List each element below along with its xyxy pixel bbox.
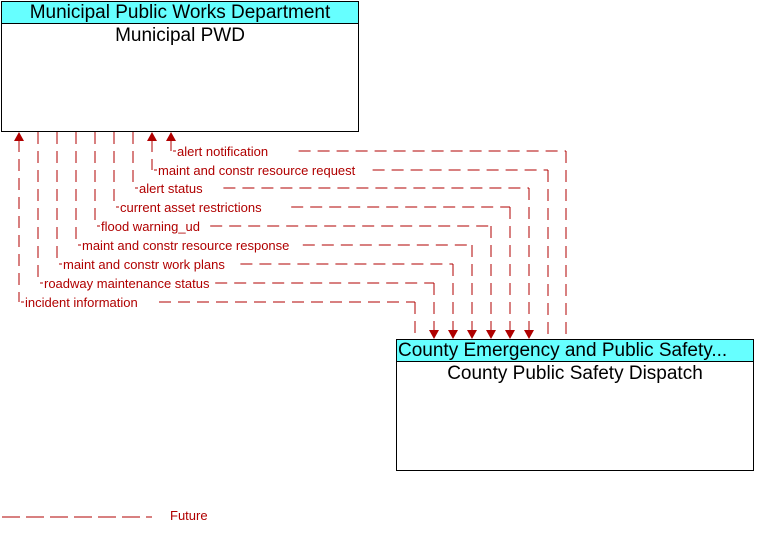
flow-label: maint and constr resource request [158, 163, 356, 178]
arrow-down-icon [524, 330, 534, 339]
arrow-down-icon [486, 330, 496, 339]
flow-label: maint and constr resource response [82, 238, 289, 253]
arrow-up-icon [14, 132, 24, 141]
flow-diagram: alert notification maint and constr resou… [2, 132, 567, 518]
arrow-down-icon [505, 330, 515, 339]
flow-label: current asset restrictions [120, 200, 262, 215]
flow-maint-and-constr-resource-request[interactable]: maint and constr resource request [147, 132, 549, 339]
flow-label: alert status [139, 181, 203, 196]
flow-label: maint and constr work plans [63, 257, 225, 272]
flow-label: flood warning_ud [101, 219, 200, 234]
flow-label: roadway maintenance status [44, 276, 210, 291]
arrow-up-icon [166, 132, 176, 141]
legend-label: Future [170, 508, 208, 523]
arrow-down-icon [429, 330, 439, 339]
arrow-down-icon [467, 330, 477, 339]
arrow-up-icon [147, 132, 157, 141]
flow-label: alert notification [177, 144, 268, 159]
arrow-down-icon [448, 330, 458, 339]
flow-label: incident information [25, 295, 138, 310]
